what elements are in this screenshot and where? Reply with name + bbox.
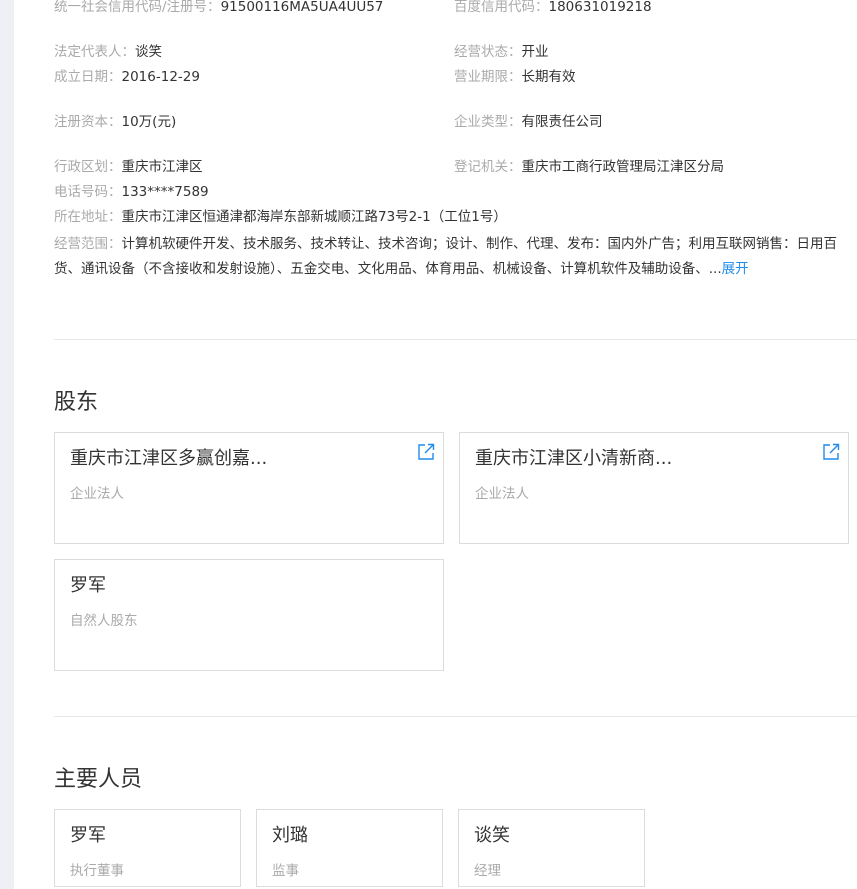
phone-row: 电话号码：133****7589: [54, 183, 209, 201]
registry-value: 重庆市工商行政管理局江津区分局: [521, 159, 725, 175]
shareholder-card[interactable]: 罗军 自然人股东: [54, 559, 444, 671]
status-value: 开业: [521, 44, 549, 60]
term-row: 营业期限：长期有效: [454, 68, 576, 86]
term-label: 营业期限：: [454, 69, 522, 85]
shareholder-name[interactable]: 重庆市江津区小清新商...: [475, 447, 672, 471]
term-value: 长期有效: [521, 69, 576, 85]
baidu-code-row: 百度信用代码：180631019218: [454, 0, 652, 16]
address-row: 所在地址：重庆市江津区恒通津都海岸东部新城顺江路73号2-1（工位1号）: [54, 208, 507, 226]
baidu-code-label: 百度信用代码：: [454, 0, 549, 15]
company-type-value: 有限责任公司: [521, 114, 603, 130]
status-row: 经营状态：开业: [454, 43, 549, 61]
region-value: 重庆市江津区: [121, 159, 203, 175]
legal-rep-row: 法定代表人：谈笑: [54, 43, 162, 61]
registry-label: 登记机关：: [454, 159, 522, 175]
expand-link[interactable]: 展开: [722, 261, 749, 277]
shareholder-role: 自然人股东: [70, 613, 138, 629]
legal-rep-label: 法定代表人：: [54, 44, 135, 60]
region-label: 行政区划：: [54, 159, 122, 175]
external-link-icon[interactable]: [417, 443, 435, 461]
founded-label: 成立日期：: [54, 69, 122, 85]
capital-label: 注册资本：: [54, 114, 122, 130]
person-role: 执行董事: [70, 863, 124, 879]
shareholders-title: 股东: [54, 390, 99, 415]
shareholder-role: 企业法人: [70, 486, 124, 502]
address-value: 重庆市江津区恒通津都海岸东部新城顺江路73号2-1（工位1号）: [121, 209, 507, 225]
shareholder-card[interactable]: 重庆市江津区小清新商... 企业法人: [459, 432, 849, 544]
scope-value: 计算机软硬件开发、技术服务、技术转让、技术咨询；设计、制作、代理、发布：国内外广…: [54, 236, 837, 277]
capital-row: 注册资本：10万(元): [54, 113, 176, 131]
legal-rep-value: 谈笑: [135, 44, 162, 60]
credit-code-label: 统一社会信用代码/注册号：: [54, 0, 221, 15]
business-scope: 经营范围：计算机软硬件开发、技术服务、技术转让、技术咨询；设计、制作、代理、发布…: [54, 232, 857, 282]
shareholder-name: 罗军: [70, 575, 106, 596]
shareholder-role: 企业法人: [475, 486, 529, 502]
person-name: 刘璐: [272, 825, 308, 846]
founded-value: 2016-12-29: [121, 69, 200, 85]
phone-label: 电话号码：: [54, 184, 122, 200]
credit-code-row: 统一社会信用代码/注册号：91500116MA5UA4UU57: [54, 0, 383, 16]
baidu-code-value: 180631019218: [548, 0, 652, 15]
company-type-row: 企业类型：有限责任公司: [454, 113, 603, 131]
scope-label: 经营范围：: [54, 236, 122, 252]
person-name: 罗军: [70, 825, 106, 846]
registry-row: 登记机关：重庆市工商行政管理局江津区分局: [454, 158, 724, 176]
divider: [54, 339, 857, 340]
person-name: 谈笑: [474, 825, 510, 846]
shareholder-card[interactable]: 重庆市江津区多赢创嘉... 企业法人: [54, 432, 444, 544]
credit-code-value: 91500116MA5UA4UU57: [220, 0, 384, 15]
person-card[interactable]: 谈笑 经理: [458, 809, 645, 887]
address-label: 所在地址：: [54, 209, 122, 225]
person-card[interactable]: 刘璐 监事: [256, 809, 443, 887]
founded-row: 成立日期：2016-12-29: [54, 68, 200, 86]
person-card[interactable]: 罗军 执行董事: [54, 809, 241, 887]
status-label: 经营状态：: [454, 44, 522, 60]
left-sidebar-strip: [0, 0, 14, 889]
company-type-label: 企业类型：: [454, 114, 522, 130]
shareholder-name[interactable]: 重庆市江津区多赢创嘉...: [70, 447, 267, 471]
external-link-icon[interactable]: [822, 443, 840, 461]
person-role: 经理: [474, 863, 501, 879]
region-row: 行政区划：重庆市江津区: [54, 158, 203, 176]
capital-value: 10万(元): [121, 114, 177, 130]
personnel-title: 主要人员: [54, 767, 143, 792]
person-role: 监事: [272, 863, 299, 879]
phone-value: 133****7589: [121, 184, 209, 200]
divider: [54, 716, 857, 717]
